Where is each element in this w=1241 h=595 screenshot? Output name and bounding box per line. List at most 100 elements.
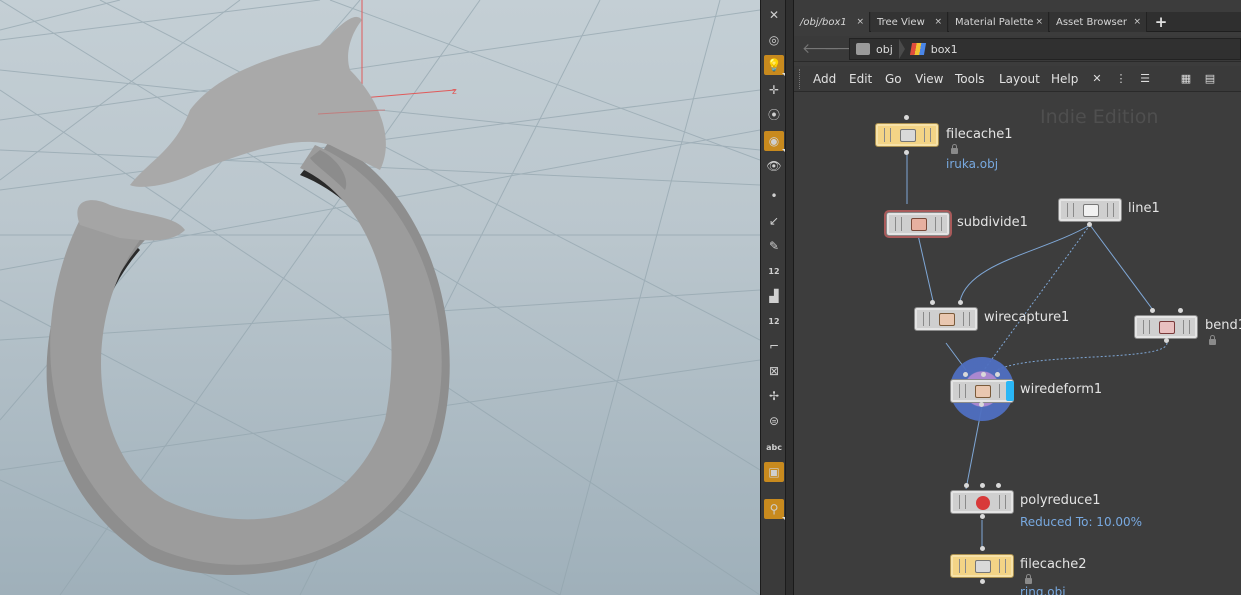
input-port[interactable] <box>996 483 1001 488</box>
wire-subdivide1-wirecapture1 <box>917 234 934 302</box>
output-port[interactable] <box>904 150 909 155</box>
bounding-box-icon[interactable]: ⊠ <box>764 361 784 381</box>
output-port[interactable] <box>980 579 985 584</box>
tab-tree-view[interactable]: Tree View × <box>871 12 948 32</box>
output-port[interactable] <box>980 514 985 519</box>
point-icon[interactable]: • <box>764 186 784 206</box>
input-port[interactable] <box>930 300 935 305</box>
output-port[interactable] <box>1087 222 1092 227</box>
pane-tabs: /obj/box1 × Tree View × Material Palette… <box>794 12 1241 32</box>
tab-label: Tree View <box>877 16 925 28</box>
display-options-icon[interactable]: ◉ <box>764 131 785 152</box>
axis-z <box>361 89 456 99</box>
input-port[interactable] <box>964 483 969 488</box>
background-image-icon[interactable]: ▣ <box>764 462 784 482</box>
snap-icon[interactable]: ⦿ <box>764 104 784 124</box>
menu-help[interactable]: Help <box>1051 72 1078 86</box>
shape-palette-icon[interactable]: ▤ <box>1203 71 1217 85</box>
bend-icon <box>1159 321 1175 334</box>
input-port[interactable] <box>1150 308 1155 313</box>
input-port[interactable] <box>980 483 985 488</box>
menu-tools[interactable]: Tools <box>955 72 985 86</box>
node-name: subdivide1 <box>957 215 1028 230</box>
breadcrumb-box1[interactable]: box1 <box>905 43 964 56</box>
tab-label: Asset Browser <box>1056 16 1128 28</box>
input-port[interactable] <box>980 546 985 551</box>
close-icon[interactable]: × <box>934 17 942 27</box>
pane-splitter[interactable] <box>786 0 794 595</box>
tab-label: Material Palette <box>955 16 1034 28</box>
menu-layout[interactable]: Layout <box>999 72 1040 86</box>
input-port[interactable] <box>1178 308 1183 313</box>
input-port[interactable] <box>963 372 968 377</box>
line-icon <box>1083 204 1099 217</box>
tab-asset-browser[interactable]: Asset Browser × <box>1050 12 1147 32</box>
visibility-icon[interactable]: 👁 <box>764 156 784 176</box>
network-editor[interactable]: Indie Edition filecache1 iruka.obj subdi… <box>794 92 1241 595</box>
input-port[interactable] <box>958 300 963 305</box>
pin-icon[interactable]: ⚲ <box>764 499 785 520</box>
node-line1[interactable] <box>1058 198 1122 222</box>
breadcrumb-label: obj <box>876 42 893 56</box>
camera-icon[interactable]: ◎ <box>764 30 784 50</box>
polyreduce-icon <box>976 496 990 510</box>
brush-icon[interactable]: ▟ <box>764 286 784 306</box>
color-palette-icon[interactable]: ▦ <box>1179 71 1193 85</box>
wrench-icon[interactable]: ✕ <box>1090 71 1104 85</box>
node-filecache2[interactable] <box>950 554 1014 578</box>
node-name: wiredeform1 <box>1020 382 1103 397</box>
display-flag[interactable] <box>1006 381 1014 401</box>
node-wiredeform1[interactable] <box>950 379 1014 403</box>
viewer-toolbar: ✕ ◎ 💡 ✛ ⦿ ◉ 👁 • ↙ ✎ 12 ▟ 12 ⌐ ⊠ ✢ ⊜ abc … <box>760 0 786 595</box>
menu-view[interactable]: View <box>915 72 943 86</box>
menu-edit[interactable]: Edit <box>849 72 872 86</box>
node-name: wirecapture1 <box>984 310 1070 325</box>
point-numbers-icon[interactable]: 12 <box>764 261 784 281</box>
close-icon[interactable]: ✕ <box>764 5 784 25</box>
fill-icon[interactable]: ⊜ <box>764 411 784 431</box>
output-port[interactable] <box>979 402 984 407</box>
wire-deform-icon <box>975 385 991 398</box>
viewport-scene: z <box>0 0 760 595</box>
node-wirecapture1[interactable] <box>914 307 978 331</box>
node-subdivide1[interactable] <box>884 210 952 238</box>
vertex-icon[interactable]: ✎ <box>764 236 784 256</box>
toolbar-grip[interactable] <box>799 69 802 89</box>
file-cache-icon <box>900 129 916 142</box>
breadcrumb-obj[interactable]: obj <box>850 43 899 56</box>
axis-icon[interactable]: ⌐ <box>764 336 784 356</box>
normal-icon[interactable]: ↙ <box>764 211 784 231</box>
handle-icon[interactable]: ✛ <box>764 80 784 100</box>
scene-viewport[interactable]: z <box>0 0 760 595</box>
text-icon[interactable]: abc <box>764 437 784 457</box>
close-icon[interactable]: × <box>856 17 864 27</box>
vector-icon[interactable]: ✢ <box>764 386 784 406</box>
node-polyreduce1[interactable] <box>950 490 1014 514</box>
node-name: line1 <box>1128 201 1160 216</box>
input-port[interactable] <box>995 372 1000 377</box>
wire-line1-wirecapture1 <box>959 224 1091 302</box>
input-port[interactable] <box>981 372 986 377</box>
menu-go[interactable]: Go <box>885 72 902 86</box>
node-info: ring.obj <box>1020 585 1066 595</box>
node-name: bend1 <box>1205 318 1241 333</box>
obj-network-icon <box>856 43 870 55</box>
close-icon[interactable]: × <box>1133 17 1141 27</box>
node-name: polyreduce1 <box>1020 493 1101 508</box>
node-info: Reduced To: 10.00% <box>1020 515 1143 529</box>
light-icon[interactable]: 💡 <box>764 55 785 76</box>
menu-add[interactable]: Add <box>813 72 836 86</box>
list-icon[interactable]: ☰ <box>1138 71 1152 85</box>
add-tab-button[interactable]: + <box>1151 12 1171 32</box>
output-port[interactable] <box>1164 338 1169 343</box>
input-port[interactable] <box>904 115 909 120</box>
tree-icon[interactable]: ⋮ <box>1114 71 1128 85</box>
tab-obj-box1[interactable]: /obj/box1 × <box>794 12 870 32</box>
prim-numbers-icon[interactable]: 12 <box>764 311 784 331</box>
tab-material-palette[interactable]: Material Palette × <box>949 12 1049 32</box>
close-icon[interactable]: × <box>1035 17 1043 27</box>
node-filecache1[interactable] <box>875 123 939 147</box>
axis-z-label: z <box>452 87 457 97</box>
path-bar: 🡐 🡒 obj box1 <box>794 36 1241 62</box>
node-bend1[interactable] <box>1134 315 1198 339</box>
